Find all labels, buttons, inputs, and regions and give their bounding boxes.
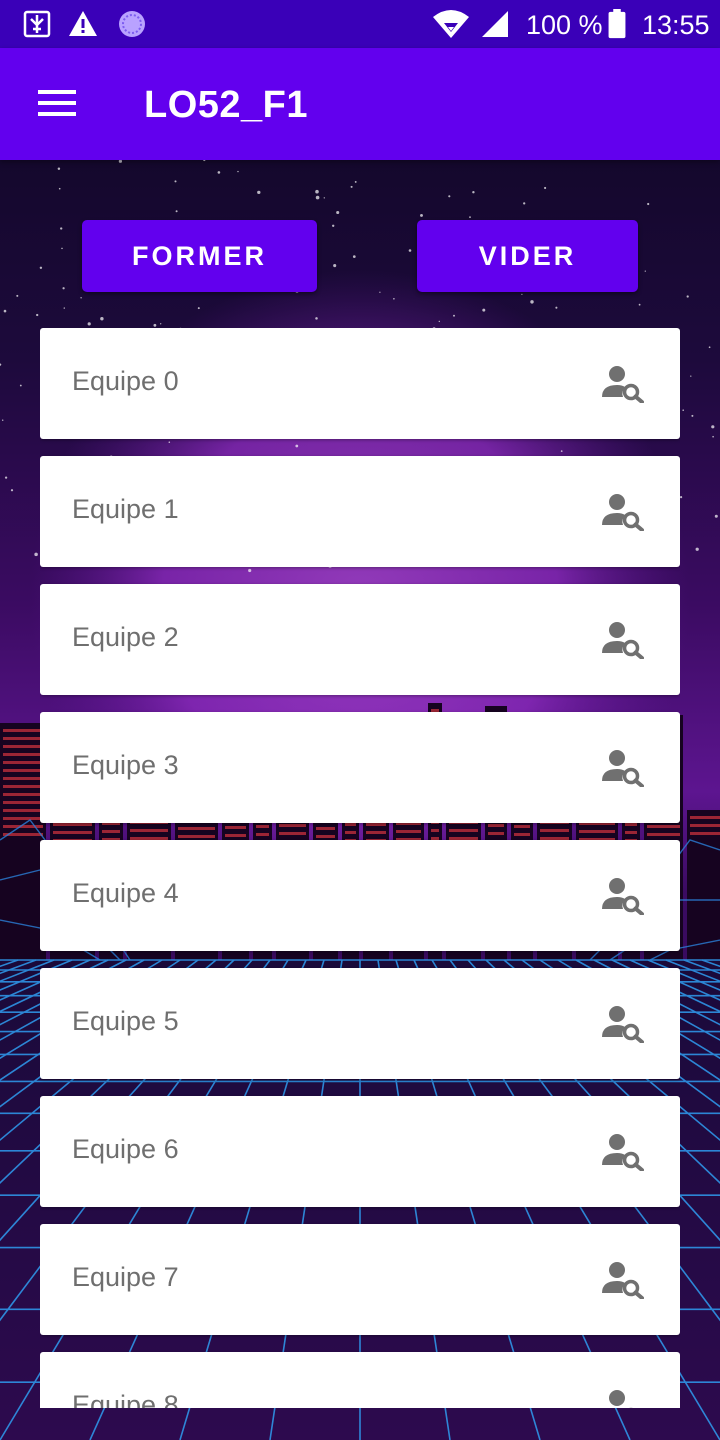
team-list[interactable]: Equipe 0 Equipe 1 Equipe 2 Equipe 3 Equipe 4… — [40, 328, 680, 1408]
team-name: Equipe 7 — [72, 1262, 179, 1292]
battery-icon — [608, 9, 626, 39]
team-name: Equipe 2 — [72, 622, 179, 652]
team-name: Equipe 4 — [72, 878, 179, 908]
team-name: Equipe 1 — [72, 494, 179, 524]
app-screen: 100 % 13:55 LO52_F1 FORMER VIDER Equipe … — [0, 0, 720, 1440]
team-card[interactable]: Equipe 5 — [40, 968, 680, 1079]
person-search-icon[interactable] — [602, 1005, 644, 1043]
team-name: Equipe 3 — [72, 750, 179, 780]
sim-tool-icon — [23, 10, 51, 38]
hamburger-menu-icon — [38, 90, 76, 116]
team-card[interactable]: Equipe 7 — [40, 1224, 680, 1335]
team-name: Equipe 5 — [72, 1006, 179, 1036]
team-name: Equipe 0 — [72, 366, 179, 396]
status-bar: 100 % 13:55 — [0, 0, 720, 48]
team-card[interactable]: Equipe 1 — [40, 456, 680, 567]
person-search-icon[interactable] — [602, 1389, 644, 1408]
team-card[interactable]: Equipe 8 — [40, 1352, 680, 1408]
app-title: LO52_F1 — [144, 84, 309, 126]
team-card[interactable]: Equipe 2 — [40, 584, 680, 695]
team-card[interactable]: Equipe 3 — [40, 712, 680, 823]
circle-logo-icon — [119, 11, 145, 37]
person-search-icon[interactable] — [602, 877, 644, 915]
vider-button[interactable]: VIDER — [417, 220, 638, 292]
person-search-icon[interactable] — [602, 749, 644, 787]
menu-button[interactable] — [24, 80, 88, 128]
former-button[interactable]: FORMER — [82, 220, 317, 292]
team-card[interactable]: Equipe 0 — [40, 328, 680, 439]
team-name: Equipe 8 — [72, 1390, 179, 1408]
person-search-icon[interactable] — [602, 493, 644, 531]
team-card[interactable]: Equipe 4 — [40, 840, 680, 951]
person-search-icon[interactable] — [602, 365, 644, 403]
clock: 13:55 — [642, 10, 710, 40]
app-bar: LO52_F1 — [0, 48, 720, 160]
cell-signal-icon — [482, 11, 508, 37]
person-search-icon[interactable] — [602, 1261, 644, 1299]
wifi-icon — [433, 10, 469, 38]
team-card[interactable]: Equipe 6 — [40, 1096, 680, 1207]
person-search-icon[interactable] — [602, 1133, 644, 1171]
person-search-icon[interactable] — [602, 621, 644, 659]
warning-icon — [69, 11, 97, 36]
battery-percentage: 100 % — [526, 10, 603, 40]
team-name: Equipe 6 — [72, 1134, 179, 1164]
